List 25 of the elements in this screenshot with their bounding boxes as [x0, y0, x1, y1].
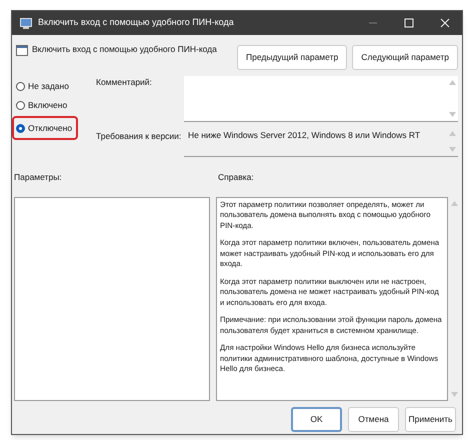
policy-setting-icon	[16, 45, 28, 56]
window-title: Включить вход с помощью удобного ПИН-кода	[38, 16, 234, 30]
maximize-icon[interactable]	[404, 18, 414, 28]
scroll-up-icon[interactable]	[448, 80, 456, 85]
scroll-down-icon[interactable]	[450, 392, 458, 397]
policy-title: Включить вход с помощью удобного ПИН-кода	[32, 43, 217, 56]
close-icon[interactable]	[440, 18, 450, 28]
dialog-button[interactable]: Применить	[405, 406, 456, 432]
navigation-button[interactable]: Следующий параметр	[352, 45, 458, 70]
scroll-down-icon[interactable]	[448, 147, 456, 152]
radio-option[interactable]: Не задано	[16, 80, 69, 92]
scroll-up-icon[interactable]	[448, 131, 456, 136]
radio-option[interactable]: Включено	[16, 98, 68, 112]
requirements-label: Требования к версии:	[96, 130, 180, 143]
dialog-button[interactable]: Отмена	[348, 406, 399, 432]
scroll-down-icon[interactable]	[448, 112, 456, 117]
dialog-button[interactable]: OK	[291, 406, 342, 432]
policy-window-icon	[20, 18, 32, 28]
radio-option[interactable]: Отключено	[16, 122, 72, 134]
comment-field[interactable]	[184, 76, 458, 122]
navigation-button[interactable]: Предыдущий параметр	[237, 45, 348, 70]
parameters-label: Параметры:	[14, 171, 63, 184]
comment-label: Комментарий:	[96, 76, 153, 89]
help-label: Справка:	[218, 171, 254, 184]
scroll-up-icon[interactable]	[450, 200, 458, 206]
